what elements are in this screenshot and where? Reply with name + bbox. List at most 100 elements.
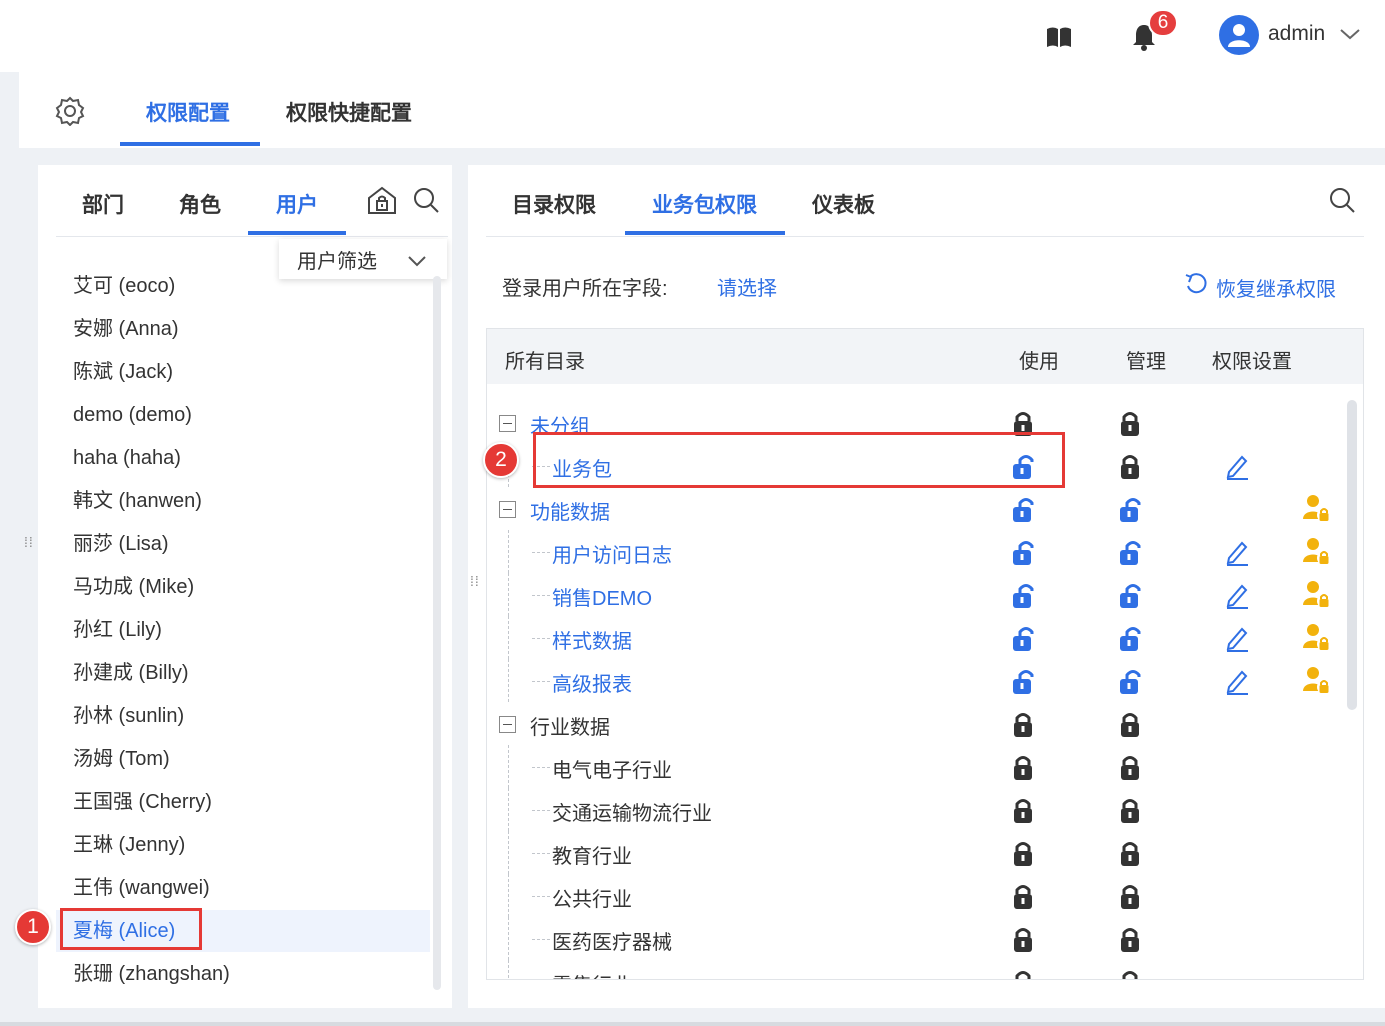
- lock-icon[interactable]: [1010, 968, 1036, 979]
- tab-permission-config[interactable]: 权限配置: [146, 97, 230, 127]
- user-lock-icon[interactable]: [1302, 493, 1331, 522]
- user-avatar-icon[interactable]: [1219, 15, 1259, 55]
- user-list-item[interactable]: 丽莎 (Lisa): [73, 523, 169, 566]
- unlock-icon[interactable]: [1010, 538, 1036, 566]
- user-list-item[interactable]: 王伟 (wangwei): [73, 867, 210, 910]
- table-row[interactable]: 用户访问日志: [487, 530, 1363, 573]
- user-list-item[interactable]: 艾可 (eoco): [73, 265, 175, 308]
- edit-icon[interactable]: [1224, 452, 1250, 480]
- tab-directory-permission[interactable]: 目录权限: [512, 189, 596, 219]
- chevron-down-icon[interactable]: [1339, 26, 1361, 42]
- directory-name[interactable]: 交通运输物流行业: [552, 797, 712, 826]
- tab-user[interactable]: 用户: [276, 189, 318, 219]
- tab-permission-quick-config[interactable]: 权限快捷配置: [286, 97, 412, 127]
- user-list-item[interactable]: 汤姆 (Tom): [73, 738, 170, 781]
- user-lock-icon[interactable]: [1302, 665, 1331, 694]
- directory-name[interactable]: 功能数据: [530, 496, 610, 525]
- building-lock-icon[interactable]: [366, 184, 400, 216]
- lock-icon[interactable]: [1010, 753, 1036, 781]
- lock-icon[interactable]: [1117, 925, 1143, 953]
- lock-icon[interactable]: [1010, 710, 1036, 738]
- drag-handle-icon[interactable]: ⁞⁞: [470, 574, 480, 588]
- lock-icon[interactable]: [1010, 882, 1036, 910]
- directory-name[interactable]: 零售行业: [552, 969, 632, 979]
- directory-name[interactable]: 公共行业: [552, 883, 632, 912]
- user-list-item[interactable]: 安娜 (Anna): [73, 308, 179, 351]
- user-list-scrollbar[interactable]: [433, 276, 441, 990]
- edit-icon[interactable]: [1224, 624, 1250, 652]
- unlock-icon[interactable]: [1010, 495, 1036, 523]
- table-row[interactable]: 电气电子行业: [487, 745, 1363, 788]
- directory-name[interactable]: 医药医疗器械: [552, 926, 672, 955]
- table-row[interactable]: 样式数据: [487, 616, 1363, 659]
- search-icon[interactable]: [1328, 186, 1356, 219]
- user-lock-icon[interactable]: [1302, 536, 1331, 565]
- unlock-icon[interactable]: [1010, 667, 1036, 695]
- user-lock-icon[interactable]: [1302, 622, 1331, 651]
- table-row[interactable]: 交通运输物流行业: [487, 788, 1363, 831]
- username[interactable]: admin: [1268, 22, 1325, 46]
- user-list-item[interactable]: 王国强 (Cherry): [73, 781, 212, 824]
- table-row[interactable]: 教育行业: [487, 831, 1363, 874]
- user-list-item[interactable]: haha (haha): [73, 437, 181, 480]
- login-field-select[interactable]: 请选择: [717, 272, 777, 301]
- tab-dashboard[interactable]: 仪表板: [812, 189, 875, 219]
- unlock-icon[interactable]: [1117, 538, 1143, 566]
- lock-icon[interactable]: [1117, 796, 1143, 824]
- table-row[interactable]: 行业数据: [487, 702, 1363, 745]
- table-row[interactable]: 公共行业: [487, 874, 1363, 917]
- directory-name[interactable]: 销售DEMO: [552, 582, 652, 611]
- user-list-item[interactable]: demo (demo): [73, 394, 192, 437]
- lock-icon[interactable]: [1117, 968, 1143, 979]
- lock-icon[interactable]: [1117, 409, 1143, 437]
- directory-name[interactable]: 教育行业: [552, 840, 632, 869]
- tab-business-package-permission[interactable]: 业务包权限: [652, 189, 757, 219]
- user-list-item[interactable]: 王琳 (Jenny): [73, 824, 185, 867]
- directory-name[interactable]: 用户访问日志: [552, 539, 672, 568]
- collapse-toggle-icon[interactable]: [499, 716, 516, 733]
- user-filter-dropdown[interactable]: 用户筛选: [279, 239, 447, 279]
- user-list-item[interactable]: 陈斌 (Jack): [73, 351, 173, 394]
- unlock-icon[interactable]: [1117, 495, 1143, 523]
- lock-icon[interactable]: [1010, 796, 1036, 824]
- table-row[interactable]: 医药医疗器械: [487, 917, 1363, 960]
- user-list-item[interactable]: 孙红 (Lily): [73, 609, 162, 652]
- edit-icon[interactable]: [1224, 538, 1250, 566]
- directory-name[interactable]: 高级报表: [552, 668, 632, 697]
- user-lock-icon[interactable]: [1302, 579, 1331, 608]
- lock-icon[interactable]: [1117, 452, 1143, 480]
- edit-icon[interactable]: [1224, 667, 1250, 695]
- lock-icon[interactable]: [1117, 753, 1143, 781]
- restore-inherit-button[interactable]: 恢复继承权限: [1184, 272, 1336, 302]
- user-list-item[interactable]: 韩文 (hanwen): [73, 480, 202, 523]
- user-list-item[interactable]: 孙林 (sunlin): [73, 695, 184, 738]
- tab-department[interactable]: 部门: [82, 189, 124, 219]
- table-row[interactable]: 销售DEMO: [487, 573, 1363, 616]
- search-icon[interactable]: [412, 186, 440, 214]
- unlock-icon[interactable]: [1010, 581, 1036, 609]
- table-row[interactable]: 零售行业: [487, 960, 1363, 979]
- gear-icon[interactable]: [55, 96, 85, 127]
- lock-icon[interactable]: [1117, 882, 1143, 910]
- unlock-icon[interactable]: [1117, 581, 1143, 609]
- book-icon[interactable]: [1044, 24, 1074, 50]
- collapse-toggle-icon[interactable]: [499, 415, 516, 432]
- table-row[interactable]: 功能数据: [487, 487, 1363, 530]
- directory-name[interactable]: 样式数据: [552, 625, 632, 654]
- user-list-item[interactable]: 孙建成 (Billy): [73, 652, 189, 695]
- directory-name[interactable]: 行业数据: [530, 711, 610, 740]
- user-list-item[interactable]: 马功成 (Mike): [73, 566, 194, 609]
- user-list-item[interactable]: 张珊 (zhangshan): [73, 953, 230, 996]
- lock-icon[interactable]: [1010, 839, 1036, 867]
- directory-name[interactable]: 电气电子行业: [552, 754, 672, 783]
- edit-icon[interactable]: [1224, 581, 1250, 609]
- lock-icon[interactable]: [1117, 710, 1143, 738]
- tab-role[interactable]: 角色: [179, 189, 221, 219]
- unlock-icon[interactable]: [1010, 624, 1036, 652]
- unlock-icon[interactable]: [1117, 667, 1143, 695]
- lock-icon[interactable]: [1010, 925, 1036, 953]
- lock-icon[interactable]: [1117, 839, 1143, 867]
- table-row[interactable]: 高级报表: [487, 659, 1363, 702]
- drag-handle-icon[interactable]: ⁞⁞: [24, 535, 34, 549]
- collapse-toggle-icon[interactable]: [499, 501, 516, 518]
